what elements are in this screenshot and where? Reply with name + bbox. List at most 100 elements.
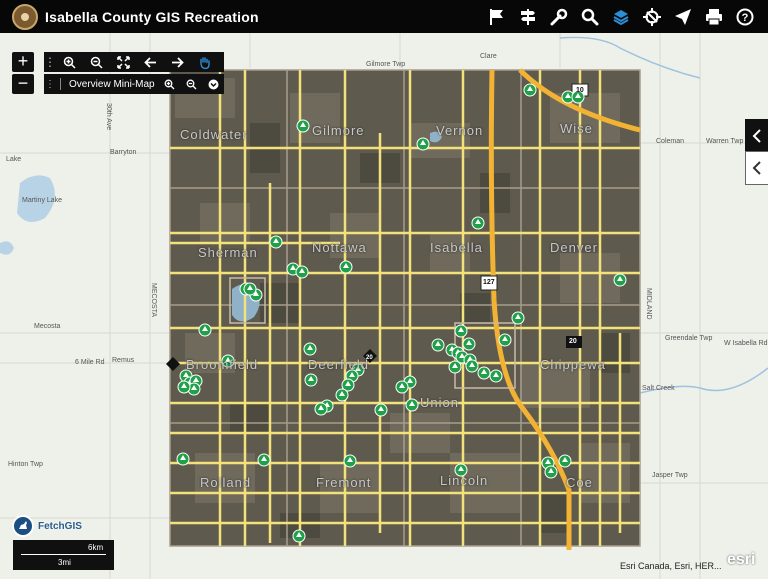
township-label: Gilmore	[312, 123, 365, 138]
park-marker-icon[interactable]	[448, 360, 462, 374]
park-marker-icon[interactable]	[269, 235, 283, 249]
park-marker-icon[interactable]	[477, 366, 491, 380]
park-marker-icon[interactable]	[613, 273, 627, 287]
minimap-grip-icon[interactable]: ⋮	[44, 79, 56, 90]
pan-button[interactable]	[191, 52, 218, 72]
print-button[interactable]	[698, 0, 729, 33]
township-label: Fremont	[316, 475, 372, 490]
place-label: Barryton	[110, 149, 137, 156]
send-icon	[674, 8, 691, 25]
zoom-in-box-button[interactable]	[56, 52, 83, 72]
layers-icon	[613, 9, 628, 25]
park-marker-icon[interactable]	[498, 333, 512, 347]
township-label: Chippewa	[540, 357, 606, 372]
layers-button[interactable]	[605, 0, 636, 33]
park-marker-icon[interactable]	[558, 454, 572, 468]
park-marker-icon[interactable]	[523, 83, 537, 97]
park-marker-icon[interactable]	[395, 380, 409, 394]
search-button[interactable]	[574, 0, 605, 33]
park-marker-icon[interactable]	[339, 260, 353, 274]
park-marker-icon[interactable]	[243, 282, 257, 296]
township-label: Isabella	[430, 240, 483, 255]
park-marker-icon[interactable]	[471, 216, 485, 230]
township-label: Lincoln	[440, 473, 489, 488]
park-marker-icon[interactable]	[511, 311, 525, 325]
overview-minimap-bar: ⋮ Overview Mini-Map	[44, 74, 224, 94]
park-marker-icon[interactable]	[296, 119, 310, 133]
share-button[interactable]	[667, 0, 698, 33]
park-marker-icon[interactable]	[374, 403, 388, 417]
attribution[interactable]: Esri Canada, Esri, HER...	[620, 561, 722, 571]
route-shield-label: 20	[569, 338, 577, 345]
flag-icon	[489, 8, 503, 25]
wrench-icon	[550, 8, 567, 25]
park-marker-icon[interactable]	[462, 337, 476, 351]
place-label: Salt Creek	[642, 385, 675, 392]
park-marker-icon[interactable]	[177, 380, 191, 394]
header-toolbar: ?	[481, 0, 760, 33]
township-label: Sherman	[198, 245, 258, 260]
park-marker-icon[interactable]	[295, 265, 309, 279]
park-marker-icon[interactable]	[176, 452, 190, 466]
scale-mi-label: 3mi	[58, 558, 71, 567]
chevron-left-icon	[752, 129, 761, 143]
park-marker-icon[interactable]	[489, 369, 503, 383]
full-extent-button[interactable]	[110, 52, 137, 72]
park-marker-icon[interactable]	[335, 388, 349, 402]
minimap-toggle-button[interactable]	[202, 74, 224, 94]
hand-icon	[200, 56, 210, 69]
bookmarks-button[interactable]	[481, 0, 512, 33]
park-marker-icon[interactable]	[405, 398, 419, 412]
park-marker-icon[interactable]	[465, 359, 479, 373]
township-label: Coldwater	[180, 127, 248, 142]
chevron-left-icon	[752, 161, 761, 175]
directions-button[interactable]	[512, 0, 543, 33]
zoom-in-button[interactable]: +	[12, 52, 34, 72]
search-icon	[581, 8, 598, 25]
route-shield-label: 10	[576, 87, 584, 94]
park-marker-icon[interactable]	[292, 529, 306, 543]
minimap-label[interactable]: Overview Mini-Map	[69, 79, 155, 90]
help-button[interactable]: ?	[729, 0, 760, 33]
zoom-out-icon	[186, 79, 196, 89]
map-view[interactable]: Coldwater Gilmore Vernon Wise Sherman No…	[0, 33, 768, 579]
place-label: Coleman	[656, 138, 685, 145]
previous-extent-button[interactable]	[137, 52, 164, 72]
expand-legend-tab[interactable]	[745, 151, 768, 185]
minimap-zoom-in-button[interactable]	[158, 74, 180, 94]
zoom-out-button[interactable]: −	[12, 74, 34, 94]
park-marker-icon[interactable]	[431, 338, 445, 352]
park-marker-icon[interactable]	[544, 465, 558, 479]
place-label: Mecosta	[34, 323, 61, 330]
minimap-zoom-out-button[interactable]	[180, 74, 202, 94]
next-extent-button[interactable]	[164, 52, 191, 72]
zoom-out-icon	[90, 56, 103, 69]
park-marker-icon[interactable]	[343, 454, 357, 468]
expand-panel-tab[interactable]	[745, 119, 768, 153]
zoom-in-icon	[164, 79, 174, 89]
park-marker-icon[interactable]	[198, 323, 212, 337]
scale-line	[21, 554, 106, 555]
place-label: Gilmore Twp	[366, 61, 406, 68]
place-label: Warren Twp	[706, 138, 744, 145]
dog-icon	[12, 515, 34, 537]
park-marker-icon[interactable]	[303, 342, 317, 356]
park-marker-icon[interactable]	[304, 373, 318, 387]
township-label: Rolland	[200, 475, 252, 490]
park-marker-icon[interactable]	[454, 324, 468, 338]
park-marker-icon[interactable]	[314, 402, 328, 416]
township-label: Vernon	[436, 123, 484, 138]
tools-button[interactable]	[543, 0, 574, 33]
zoom-in-icon	[63, 56, 76, 69]
place-label: Martiny Lake	[22, 197, 63, 204]
esri-logo[interactable]: esri	[727, 551, 755, 569]
park-marker-icon[interactable]	[257, 453, 271, 467]
township-label: Wise	[560, 121, 593, 136]
place-label: Remus	[112, 357, 135, 364]
locate-button[interactable]	[636, 0, 667, 33]
park-marker-icon[interactable]	[416, 137, 430, 151]
fetchgis-logo[interactable]: FetchGIS	[12, 515, 82, 537]
toolbar-grip-icon[interactable]: ⋮	[44, 52, 56, 72]
zoom-out-box-button[interactable]	[83, 52, 110, 72]
place-label: Clare	[480, 53, 497, 60]
